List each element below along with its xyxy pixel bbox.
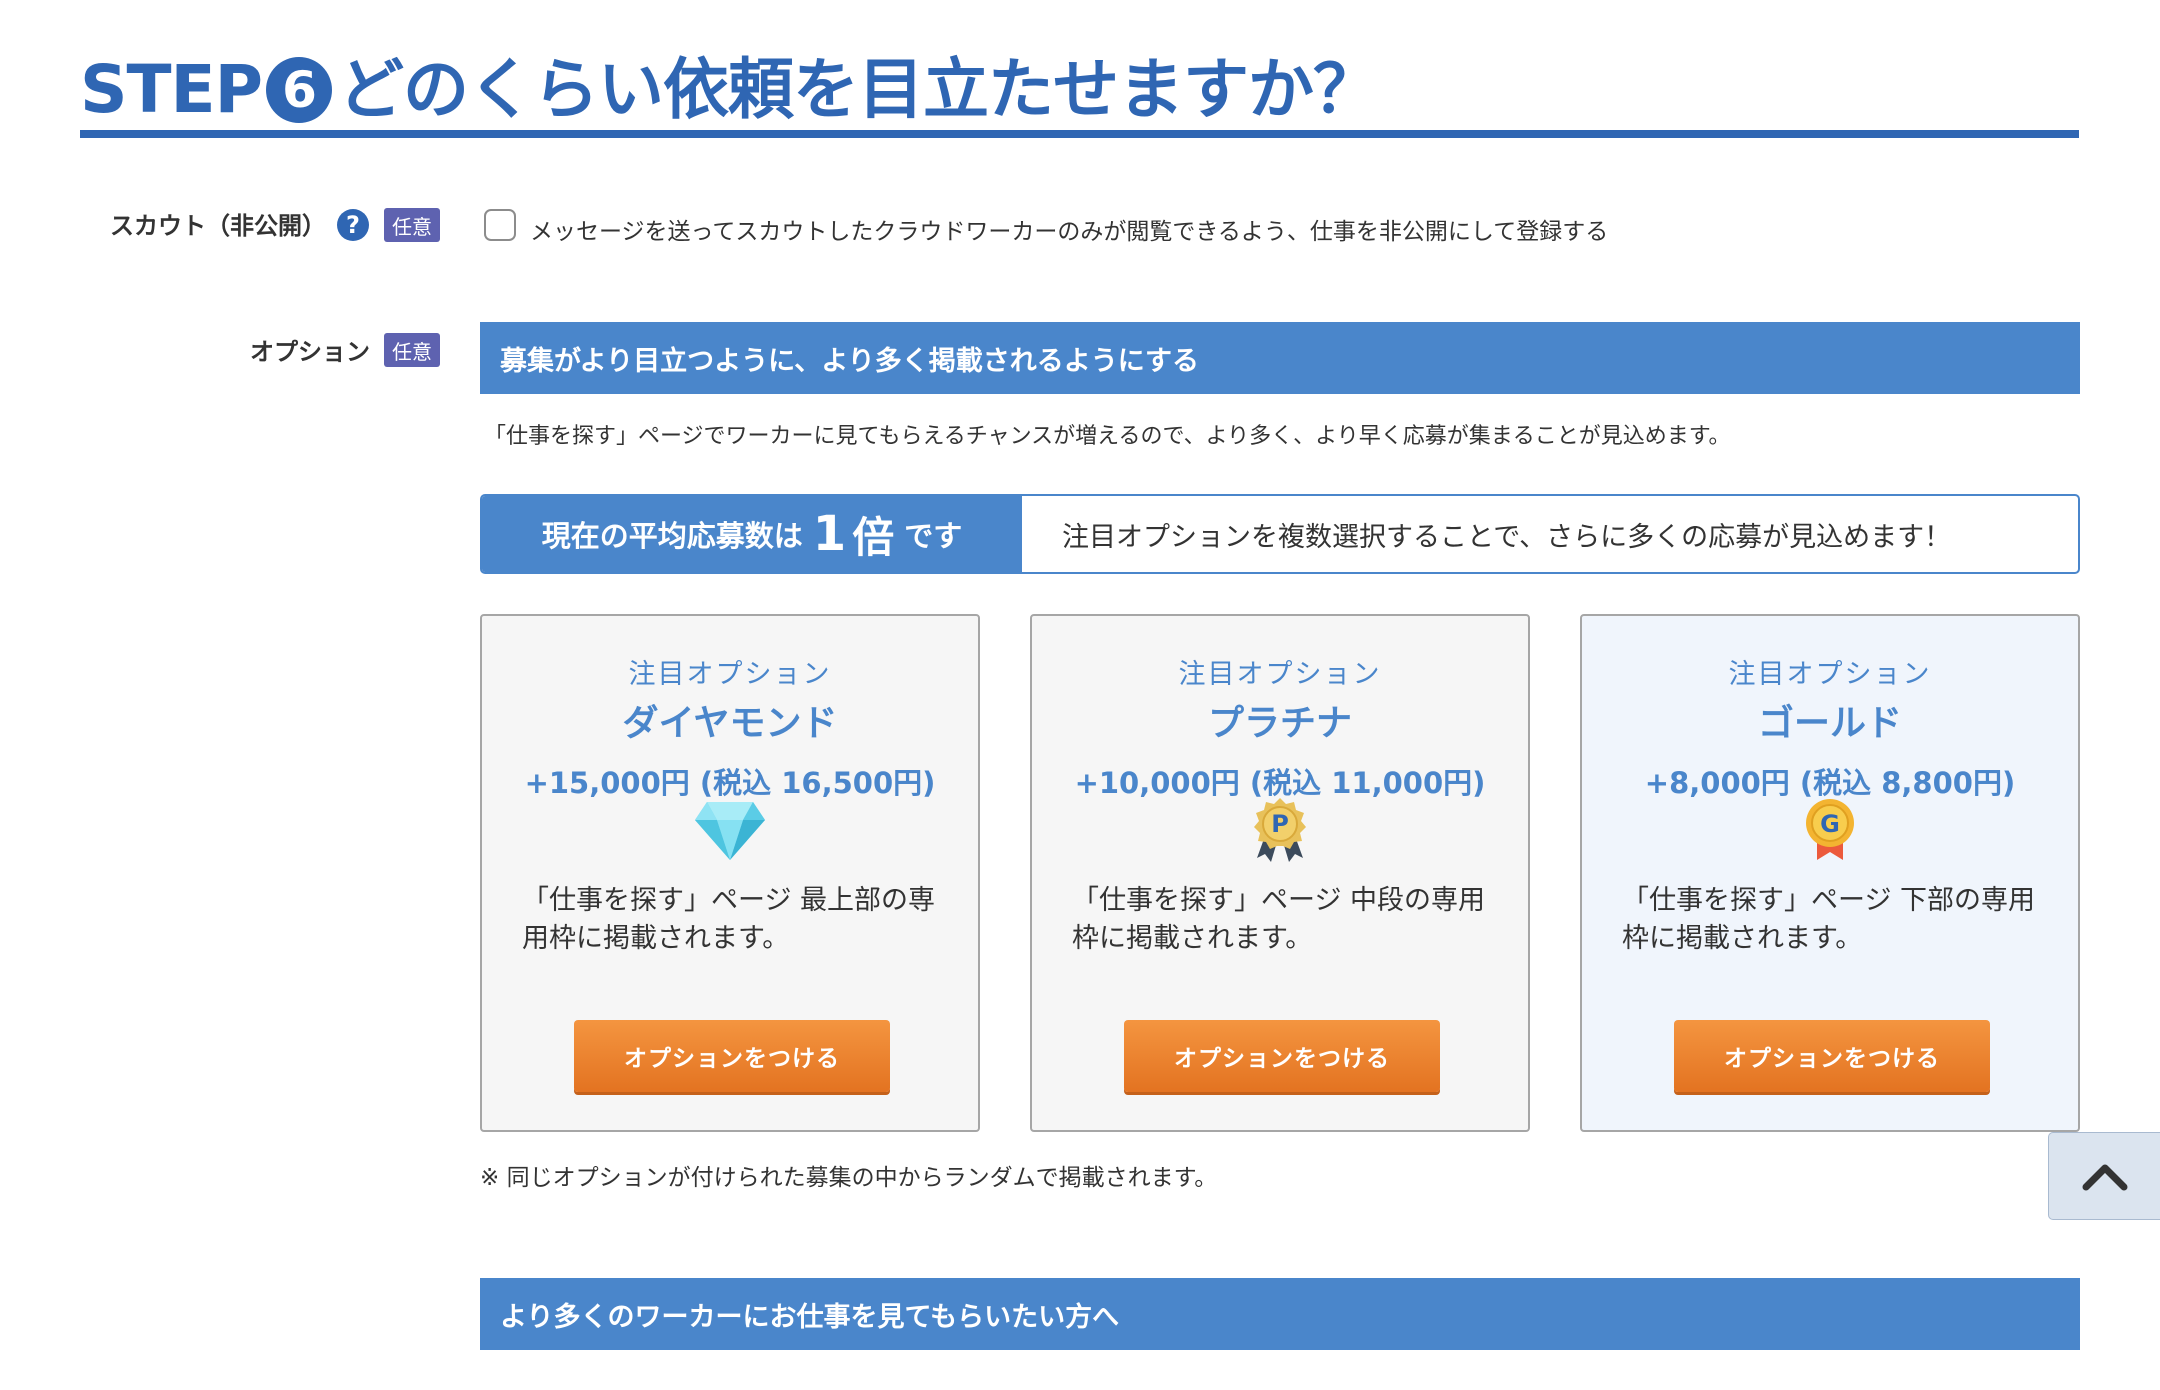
average-prefix: 現在の平均応募数は (541, 519, 803, 553)
card-name: ゴールド (1757, 703, 1902, 744)
scout-private-checkbox[interactable] (484, 209, 516, 241)
scroll-to-top-button[interactable] (2048, 1132, 2160, 1220)
add-diamond-option-button[interactable]: オプションをつける (574, 1020, 890, 1092)
scout-checkbox-label[interactable]: メッセージを送ってスカウトしたクラウドワーカーのみが閲覧できるよう、仕事を非公開… (530, 212, 1608, 246)
step-number-badge: 6 (266, 57, 333, 123)
average-number: 1 (812, 506, 847, 562)
average-applications-value: 現在の平均応募数は 1 倍 です (482, 496, 1022, 572)
card-description: 「仕事を探す」ページ 下部の専用枠に掲載されます。 (1622, 885, 2036, 954)
average-unit: 倍 (852, 512, 895, 562)
page-title: STEP 6 どのくらい依頼を目立たせますか？ (80, 51, 1379, 128)
card-name: ダイヤモンド (622, 703, 838, 744)
average-applications-box: 現在の平均応募数は 1 倍 です 注目オプションを複数選択することで、さらに多く… (480, 494, 2080, 574)
card-subtitle: 注目オプション (1728, 659, 1932, 690)
option-card-diamond: 注目オプション ダイヤモンド +15,000円 (税込 16,500円) 「仕事… (480, 614, 980, 1132)
scout-label: スカウト（非公開） (110, 212, 326, 240)
add-platinum-option-button[interactable]: オプションをつける (1124, 1020, 1440, 1092)
add-gold-option-button[interactable]: オプションをつける (1674, 1020, 1990, 1092)
option-card-gold: 注目オプション ゴールド +8,000円 (税込 8,800円) G 「仕事を探… (1580, 614, 2080, 1132)
card-description: 「仕事を探す」ページ 最上部の専用枠に掲載されます。 (522, 885, 936, 954)
step-underline (80, 130, 2079, 138)
chevron-up-icon (2082, 1164, 2127, 1191)
random-display-note: ※ 同じオプションが付けられた募集の中からランダムで掲載されます。 (480, 1165, 1218, 1191)
svg-text:P: P (1271, 810, 1289, 838)
average-message: 注目オプションを複数選択することで、さらに多くの応募が見込めます！ (1062, 521, 1952, 553)
average-suffix: です (904, 519, 963, 553)
help-icon[interactable]: ? (337, 209, 369, 241)
option-banner: 募集がより目立つように、より多く掲載されるようにする (480, 322, 2080, 394)
card-description: 「仕事を探す」ページ 中段の専用枠に掲載されます。 (1072, 885, 1486, 954)
more-workers-banner: より多くのワーカーにお仕事を見てもらいたい方へ (480, 1278, 2080, 1350)
svg-text:G: G (1820, 810, 1840, 838)
diamond-icon (695, 802, 765, 860)
platinum-medal-icon: P (1254, 798, 1306, 862)
card-subtitle: 注目オプション (1178, 659, 1382, 690)
option-card-platinum: 注目オプション プラチナ +10,000円 (税込 11,000円) P 「仕事… (1030, 614, 1530, 1132)
gold-medal-icon: G (1806, 799, 1854, 860)
step-header: STEP 6 どのくらい依頼を目立たせますか？ (80, 52, 2079, 138)
option-description: 「仕事を探す」ページでワーカーに見てもらえるチャンスが増えるので、より多く、より… (484, 424, 1731, 449)
scout-optional-badge: 任意 (384, 208, 440, 242)
card-subtitle: 注目オプション (628, 659, 832, 690)
option-optional-badge: 任意 (384, 333, 440, 367)
option-label: オプション (250, 338, 370, 366)
card-name: プラチナ (1207, 703, 1352, 744)
step-prefix: STEP (80, 51, 263, 128)
step-title-text: どのくらい依頼を目立たせますか？ (338, 51, 1379, 128)
